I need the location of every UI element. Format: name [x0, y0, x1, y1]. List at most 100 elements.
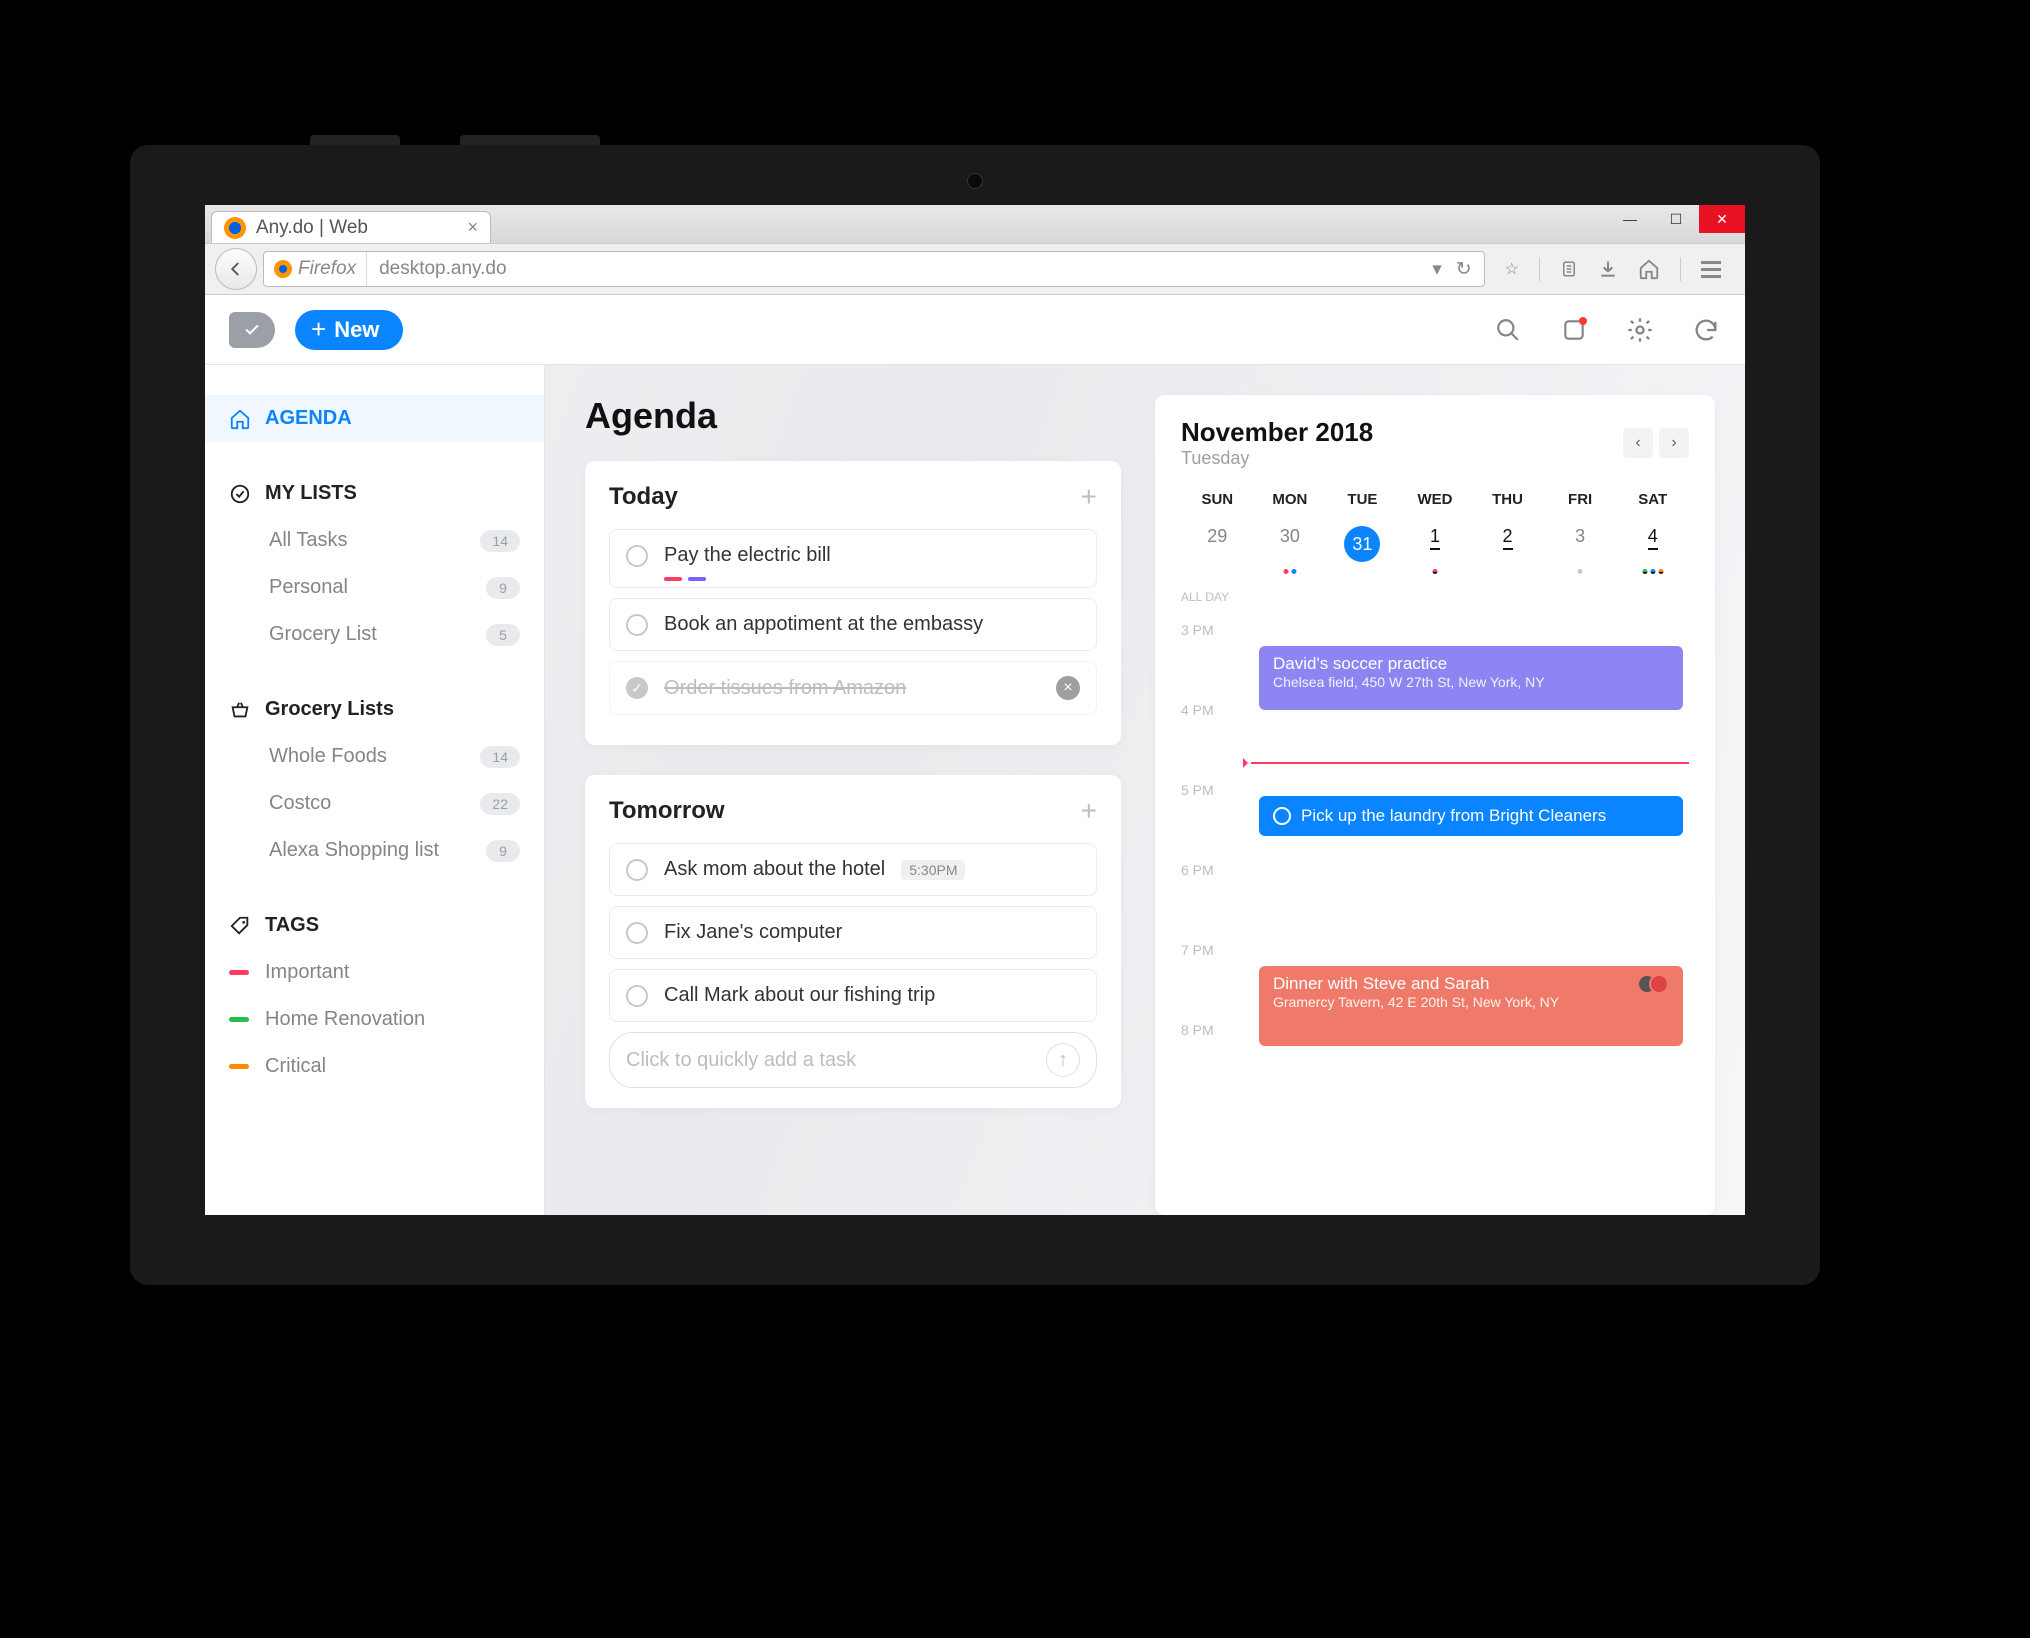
- task-time-badge: 5:30PM: [901, 860, 965, 880]
- submit-icon[interactable]: ↑: [1046, 1043, 1080, 1077]
- task-checkbox[interactable]: [626, 922, 648, 944]
- screen: Any.do | Web × — ☐ ✕ Firefox desktop.any…: [205, 205, 1745, 1215]
- basket-icon: [229, 699, 251, 721]
- minimize-button[interactable]: —: [1607, 205, 1653, 233]
- event-laundry[interactable]: Pick up the laundry from Bright Cleaners: [1259, 796, 1683, 836]
- navbar-icons: ☆: [1491, 257, 1735, 281]
- task-text: Book an appotiment at the embassy: [664, 613, 983, 636]
- tomorrow-card: Tomorrow + Ask mom about the hotel 5:30P…: [585, 775, 1121, 1108]
- date-cell[interactable]: 3: [1544, 518, 1617, 576]
- browser-navbar: Firefox desktop.any.do ▾ ↻ ☆: [205, 243, 1745, 295]
- event-ring-icon: [1273, 807, 1291, 825]
- home-icon[interactable]: [1638, 258, 1660, 280]
- menu-icon[interactable]: [1701, 261, 1721, 278]
- sidebar-item-grocery-list[interactable]: Grocery List 5: [205, 611, 544, 658]
- date-cell[interactable]: 29: [1181, 518, 1254, 576]
- sidebar-item-alexa[interactable]: Alexa Shopping list 9: [205, 827, 544, 874]
- notifications-icon[interactable]: [1559, 315, 1589, 345]
- task-tags: [664, 577, 706, 581]
- camera-icon: [967, 173, 983, 189]
- date-cell[interactable]: 30: [1254, 518, 1327, 576]
- weekday-label: MON: [1254, 491, 1327, 508]
- separator: [1680, 257, 1681, 281]
- clipboard-icon[interactable]: [1560, 259, 1578, 279]
- url-text: desktop.any.do: [367, 258, 518, 280]
- tag-color-icon: [229, 1017, 249, 1022]
- tag-color-icon: [229, 970, 249, 975]
- hour-label: 8 PM: [1181, 1022, 1214, 1038]
- task-row[interactable]: Order tissues from Amazon ×: [609, 661, 1097, 715]
- task-text: Ask mom about the hotel: [664, 858, 885, 881]
- notification-dot-icon: [1579, 317, 1587, 325]
- task-checkbox[interactable]: [626, 859, 648, 881]
- sidebar-tag-important[interactable]: Important: [205, 949, 544, 996]
- sidebar-item-all-tasks[interactable]: All Tasks 14: [205, 517, 544, 564]
- today-card: Today + Pay the electric bill: [585, 461, 1121, 745]
- task-row[interactable]: Book an appotiment at the embassy: [609, 598, 1097, 651]
- dropdown-icon[interactable]: ▾: [1432, 258, 1442, 281]
- page-title: Agenda: [585, 395, 1121, 437]
- sidebar-item-agenda[interactable]: AGENDA: [205, 395, 544, 442]
- weekday-label: FRI: [1544, 491, 1617, 508]
- add-today-button[interactable]: +: [1081, 481, 1097, 513]
- task-checkbox[interactable]: [626, 614, 648, 636]
- task-remove-button[interactable]: ×: [1056, 676, 1080, 700]
- event-soccer[interactable]: David's soccer practice Chelsea field, 4…: [1259, 646, 1683, 710]
- task-checkbox[interactable]: [626, 545, 648, 567]
- close-button[interactable]: ✕: [1699, 205, 1745, 233]
- sidebar-section-tags[interactable]: TAGS: [205, 902, 544, 949]
- calendar-header: November 2018 Tuesday ‹ ›: [1181, 417, 1689, 469]
- sidebar-item-whole-foods[interactable]: Whole Foods 14: [205, 733, 544, 780]
- url-bar[interactable]: Firefox desktop.any.do ▾ ↻: [263, 251, 1485, 287]
- task-text: Fix Jane's computer: [664, 921, 842, 944]
- tag-color-icon: [688, 577, 706, 581]
- weekday-header: SUN MON TUE WED THU FRI SAT: [1181, 491, 1689, 508]
- maximize-button[interactable]: ☐: [1653, 205, 1699, 233]
- sidebar-tag-home-renovation[interactable]: Home Renovation: [205, 996, 544, 1043]
- check-icon: [242, 322, 262, 338]
- calendar-next-button[interactable]: ›: [1659, 428, 1689, 458]
- plus-icon: +: [311, 314, 326, 345]
- add-tomorrow-button[interactable]: +: [1081, 795, 1097, 827]
- app-logo[interactable]: [229, 312, 275, 348]
- nav-back-button[interactable]: [215, 248, 257, 290]
- reload-icon[interactable]: ↻: [1456, 258, 1472, 281]
- firefox-icon: [274, 260, 292, 278]
- calendar-prev-button[interactable]: ‹: [1623, 428, 1653, 458]
- search-icon[interactable]: [1493, 315, 1523, 345]
- task-row[interactable]: Ask mom about the hotel 5:30PM: [609, 843, 1097, 896]
- sidebar-section-mylists[interactable]: MY LISTS: [205, 470, 544, 517]
- date-cell[interactable]: 4: [1616, 518, 1689, 576]
- firefox-icon: [224, 217, 246, 239]
- task-checkbox-done[interactable]: [626, 677, 648, 699]
- task-row[interactable]: Fix Jane's computer: [609, 906, 1097, 959]
- date-cell[interactable]: 1: [1399, 518, 1472, 576]
- hour-label: 5 PM: [1181, 782, 1214, 798]
- calendar-panel: November 2018 Tuesday ‹ › SUN MON TUE WE…: [1155, 395, 1715, 1215]
- tab-close-icon[interactable]: ×: [467, 217, 478, 238]
- sidebar-section-grocery-lists[interactable]: Grocery Lists: [205, 686, 544, 733]
- settings-icon[interactable]: [1625, 315, 1655, 345]
- tag-color-icon: [229, 1064, 249, 1069]
- date-cell[interactable]: 2: [1471, 518, 1544, 576]
- date-cell-selected[interactable]: 31: [1326, 518, 1399, 576]
- quick-add-input[interactable]: Click to quickly add a task ↑: [609, 1032, 1097, 1088]
- star-icon[interactable]: ☆: [1505, 259, 1519, 279]
- sidebar: AGENDA MY LISTS All Tasks 14: [205, 365, 545, 1215]
- task-row[interactable]: Pay the electric bill: [609, 529, 1097, 588]
- event-dinner[interactable]: Dinner with Steve and Sarah Gramercy Tav…: [1259, 966, 1683, 1046]
- sidebar-tag-critical[interactable]: Critical: [205, 1043, 544, 1090]
- sidebar-item-personal[interactable]: Personal 9: [205, 564, 544, 611]
- sidebar-item-costco[interactable]: Costco 22: [205, 780, 544, 827]
- tag-icon: [229, 915, 251, 937]
- power-button: [310, 135, 400, 145]
- task-row[interactable]: Call Mark about our fishing trip: [609, 969, 1097, 1022]
- browser-tab[interactable]: Any.do | Web ×: [211, 211, 491, 243]
- task-checkbox[interactable]: [626, 985, 648, 1007]
- separator: [1539, 257, 1540, 281]
- sync-icon[interactable]: [1691, 315, 1721, 345]
- download-icon[interactable]: [1598, 259, 1618, 279]
- window-controls: — ☐ ✕: [1607, 205, 1745, 233]
- new-button[interactable]: + New: [295, 310, 403, 350]
- calendar-nav: ‹ ›: [1623, 428, 1689, 458]
